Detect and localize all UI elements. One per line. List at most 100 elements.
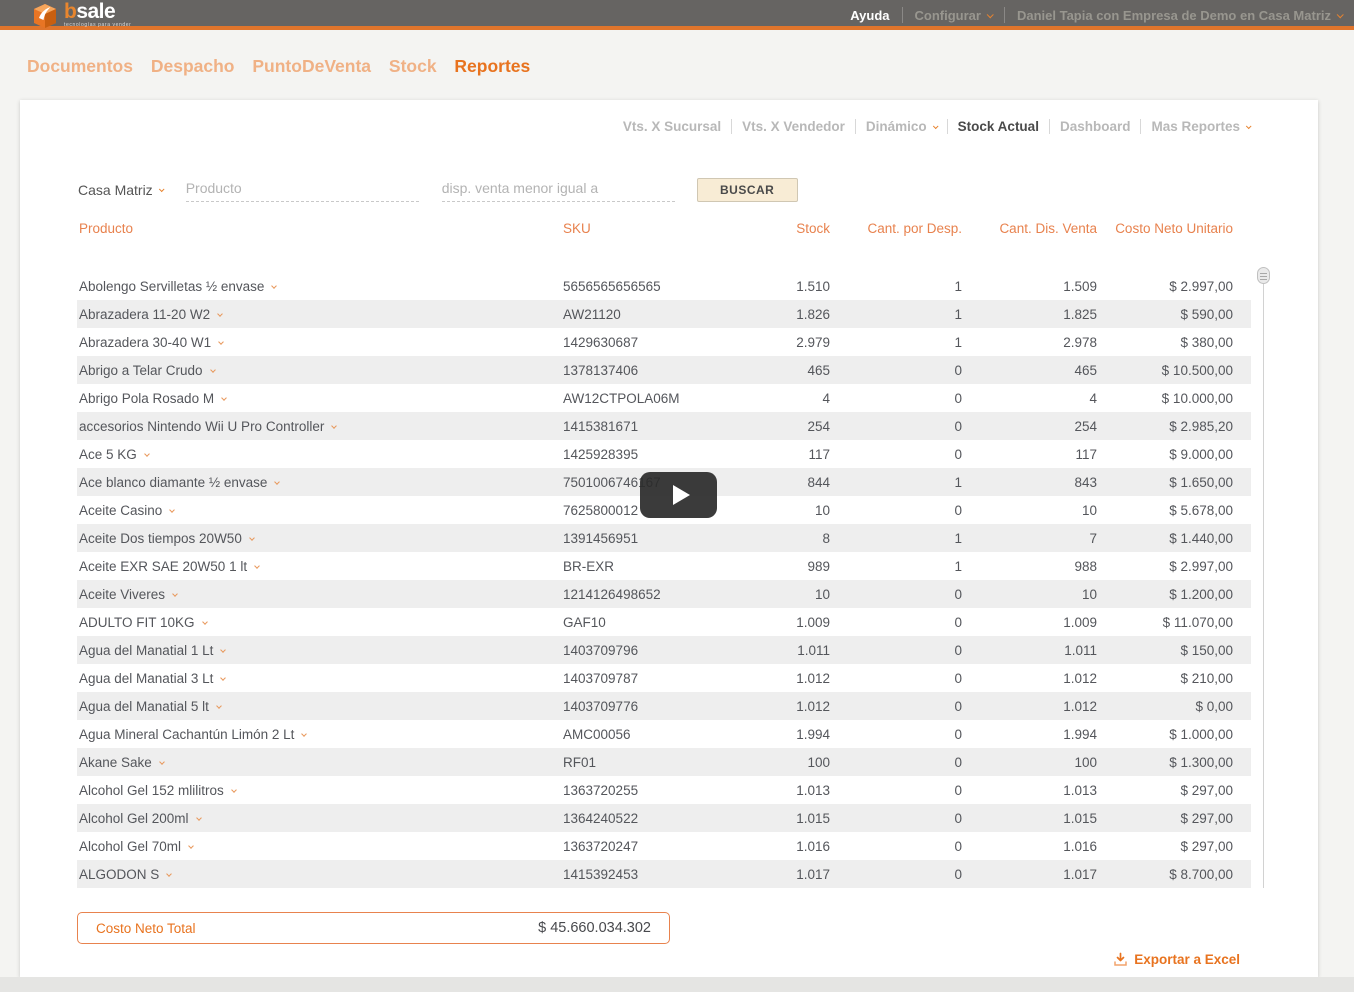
costo-neto-unitario-value: $ 1.300,00: [1097, 755, 1233, 770]
cant-dis-venta-value: 4: [962, 391, 1097, 406]
product-name: Aceite Dos tiempos 20W50: [79, 531, 242, 546]
table-row: Aceite Viveres 1214126498652 10 0 10 $ 1…: [77, 580, 1251, 608]
column-header-cant-dis-venta[interactable]: Cant. Dis. Venta: [962, 221, 1097, 236]
cant-dis-venta-value: 1.012: [962, 671, 1097, 686]
chevron-down-icon[interactable]: [169, 507, 175, 513]
cant-dis-venta-value: 1.011: [962, 643, 1097, 658]
column-header-sku[interactable]: SKU: [563, 221, 725, 236]
product-name: Alcohol Gel 70ml: [79, 839, 181, 854]
table-row: Abrigo a Telar Crudo 1378137406 465 0 46…: [77, 356, 1251, 384]
report-tab[interactable]: Dinámico: [866, 119, 937, 134]
video-play-button[interactable]: [640, 472, 717, 518]
main-nav-item[interactable]: Documentos: [27, 56, 133, 76]
cant-dis-venta-value: 10: [962, 503, 1097, 518]
stock-value: 10: [725, 503, 830, 518]
sku-value: 1415381671: [563, 419, 725, 434]
export-to-excel-link[interactable]: Exportar a Excel: [1113, 952, 1240, 967]
chevron-down-icon[interactable]: [302, 731, 308, 737]
user-menu[interactable]: Daniel Tapia con Empresa de Demo en Casa…: [1017, 8, 1342, 23]
report-tab[interactable]: Vts. X Sucursal: [623, 119, 721, 134]
chevron-down-icon[interactable]: [172, 591, 178, 597]
main-nav-item[interactable]: Reportes: [454, 56, 530, 76]
cant-por-desp-value: 1: [830, 559, 962, 574]
help-link[interactable]: Ayuda: [850, 8, 889, 23]
product-name: Ace blanco diamante ½ envase: [79, 475, 267, 490]
cant-dis-venta-value: 100: [962, 755, 1097, 770]
chevron-down-icon[interactable]: [332, 423, 338, 429]
chevron-down-icon[interactable]: [144, 451, 150, 457]
cant-por-desp-value: 0: [830, 363, 962, 378]
cant-por-desp-value: 0: [830, 447, 962, 462]
scrollbar-thumb[interactable]: [1257, 267, 1270, 284]
stock-value: 1.994: [725, 727, 830, 742]
chevron-down-icon[interactable]: [272, 283, 278, 289]
table-body: Abolengo Servilletas ½ envase 5656565656…: [77, 272, 1251, 888]
chevron-down-icon[interactable]: [217, 311, 223, 317]
chevron-down-icon[interactable]: [249, 535, 255, 541]
costo-neto-unitario-value: $ 297,00: [1097, 811, 1233, 826]
cant-por-desp-value: 0: [830, 643, 962, 658]
chevron-down-icon[interactable]: [159, 759, 165, 765]
cant-dis-venta-value: 2.978: [962, 335, 1097, 350]
chevron-down-icon[interactable]: [188, 843, 194, 849]
column-header-stock[interactable]: Stock: [725, 221, 830, 236]
chevron-down-icon[interactable]: [166, 871, 172, 877]
costo-neto-unitario-value: $ 1.440,00: [1097, 531, 1233, 546]
chevron-down-icon[interactable]: [218, 339, 224, 345]
product-name: Aceite EXR SAE 20W50 1 lt: [79, 559, 247, 574]
chevron-down-icon[interactable]: [202, 619, 208, 625]
cant-dis-venta-value: 1.009: [962, 615, 1097, 630]
brand-logo[interactable]: bsale tecnologías para vender: [30, 1, 131, 31]
scrollbar-track[interactable]: [1263, 270, 1264, 888]
main-nav-item[interactable]: Stock: [389, 56, 437, 76]
table-row: ADULTO FIT 10KG GAF10 1.009 0 1.009 $ 11…: [77, 608, 1251, 636]
chevron-down-icon[interactable]: [221, 675, 227, 681]
column-header-cant-por-desp[interactable]: Cant. por Desp.: [830, 221, 962, 236]
chevron-down-icon[interactable]: [221, 647, 227, 653]
cant-dis-venta-value: 843: [962, 475, 1097, 490]
report-tab[interactable]: Stock Actual: [958, 119, 1039, 134]
stock-value: 989: [725, 559, 830, 574]
costo-neto-unitario-value: $ 1.200,00: [1097, 587, 1233, 602]
product-search-input[interactable]: [186, 178, 419, 202]
product-name: Abrazadera 30-40 W1: [79, 335, 211, 350]
table-row: Agua del Manatial 1 Lt 1403709796 1.011 …: [77, 636, 1251, 664]
chevron-down-icon[interactable]: [210, 367, 216, 373]
cant-por-desp-value: 0: [830, 699, 962, 714]
search-button[interactable]: BUSCAR: [697, 178, 798, 202]
stock-threshold-input[interactable]: [442, 178, 675, 202]
divider: [947, 119, 948, 134]
chevron-down-icon[interactable]: [254, 563, 260, 569]
chevron-down-icon[interactable]: [275, 479, 281, 485]
stock-value: 1.011: [725, 643, 830, 658]
table-row: Abolengo Servilletas ½ envase 5656565656…: [77, 272, 1251, 300]
table-row: Ace 5 KG 1425928395 117 0 117 $ 9.000,00: [77, 440, 1251, 468]
chevron-down-icon: [1246, 123, 1252, 129]
report-tab[interactable]: Dashboard: [1060, 119, 1131, 134]
chevron-down-icon[interactable]: [216, 703, 222, 709]
configure-menu[interactable]: Configurar: [915, 8, 992, 23]
main-nav-item[interactable]: PuntoDeVenta: [252, 56, 371, 76]
column-header-producto[interactable]: Producto: [77, 221, 563, 236]
chevron-down-icon[interactable]: [196, 815, 202, 821]
report-tab[interactable]: Vts. X Vendedor: [742, 119, 845, 134]
branch-selector[interactable]: Casa Matriz: [78, 182, 163, 202]
stock-value: 2.979: [725, 335, 830, 350]
column-header-costo-neto-unitario[interactable]: Costo Neto Unitario: [1097, 221, 1233, 236]
cant-dis-venta-value: 1.012: [962, 699, 1097, 714]
report-tab[interactable]: Mas Reportes: [1151, 119, 1250, 134]
chevron-down-icon[interactable]: [221, 395, 227, 401]
sku-value: AW12CTPOLA06M: [563, 391, 725, 406]
costo-neto-unitario-value: $ 590,00: [1097, 307, 1233, 322]
costo-neto-unitario-value: $ 10.000,00: [1097, 391, 1233, 406]
cant-por-desp-value: 0: [830, 615, 962, 630]
cant-por-desp-value: 0: [830, 867, 962, 882]
chevron-down-icon[interactable]: [231, 787, 237, 793]
cant-por-desp-value: 0: [830, 727, 962, 742]
main-nav-item[interactable]: Despacho: [151, 56, 235, 76]
sku-value: 1363720255: [563, 783, 725, 798]
sku-value: 1214126498652: [563, 587, 725, 602]
table-row: Abrazadera 30-40 W1 1429630687 2.979 1 2…: [77, 328, 1251, 356]
product-name: Abrigo Pola Rosado M: [79, 391, 214, 406]
sku-value: 1415392453: [563, 867, 725, 882]
